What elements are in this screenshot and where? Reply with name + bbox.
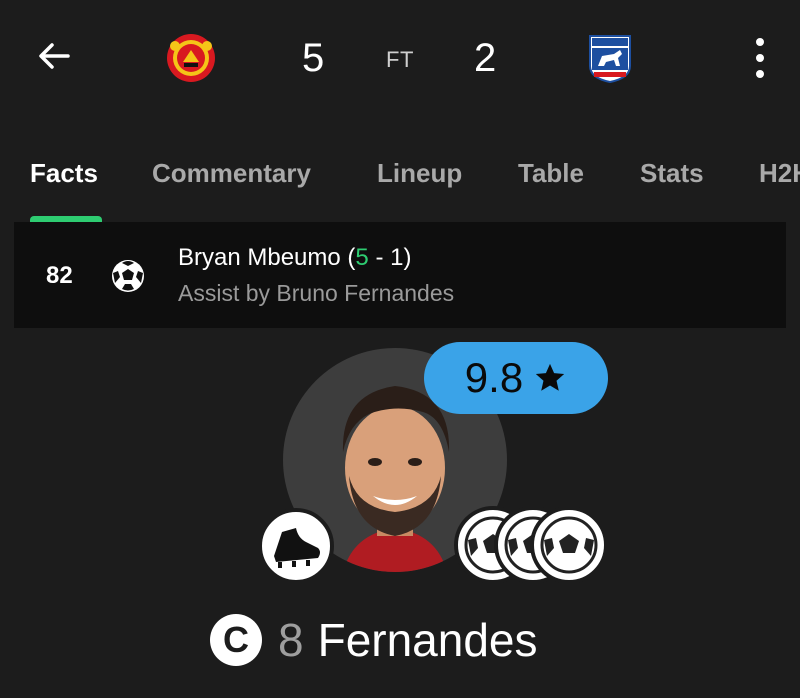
match-header: 5 FT 2 [0, 0, 800, 120]
star-icon [536, 363, 565, 391]
score-rest: - 1) [368, 244, 412, 271]
event-title: Bryan Mbeumo (5 - 1) [178, 244, 411, 272]
boot-icon [258, 508, 334, 584]
player-rating-badge: 9.8 [424, 342, 608, 414]
scorer-name: Bryan Mbeumo [178, 244, 341, 271]
match-page: 5 FT 2 Facts Commentary Lineup Table Sta… [0, 0, 800, 698]
goal-event-row[interactable]: 82 Bryan Mbeumo (5 - 1) Assist by Bruno … [14, 222, 786, 328]
tab-commentary[interactable]: Commentary [152, 158, 311, 189]
away-team-crest-icon[interactable] [588, 32, 632, 84]
shirt-number: 8 [278, 614, 304, 666]
rating-value: 9.8 [464, 354, 524, 401]
assist-text: Assist by Bruno Fernandes [178, 280, 455, 306]
match-tabs: Facts Commentary Lineup Table Stats H2H [0, 148, 800, 222]
goal-ball-icon [530, 506, 608, 584]
event-minute: 82 [46, 262, 73, 289]
tab-lineup[interactable]: Lineup [377, 158, 462, 189]
score-open: ( [340, 244, 356, 271]
more-options-icon[interactable] [748, 36, 772, 80]
tab-stats[interactable]: Stats [640, 158, 704, 189]
home-team-crest-icon[interactable] [163, 32, 219, 84]
tab-facts[interactable]: Facts [30, 158, 98, 189]
player-name: Fernandes [317, 614, 538, 666]
match-status: FT [386, 47, 414, 72]
score-highlight: 5 [355, 244, 369, 271]
tab-table[interactable]: Table [518, 158, 584, 189]
tab-h2h[interactable]: H2H [759, 158, 800, 189]
away-score: 2 [474, 36, 497, 80]
home-score: 5 [302, 36, 325, 80]
player-name-row[interactable]: C 8 Fernandes [210, 612, 538, 668]
captain-badge-icon: C [210, 614, 262, 666]
football-icon [112, 260, 144, 292]
back-arrow-icon[interactable] [34, 36, 74, 76]
